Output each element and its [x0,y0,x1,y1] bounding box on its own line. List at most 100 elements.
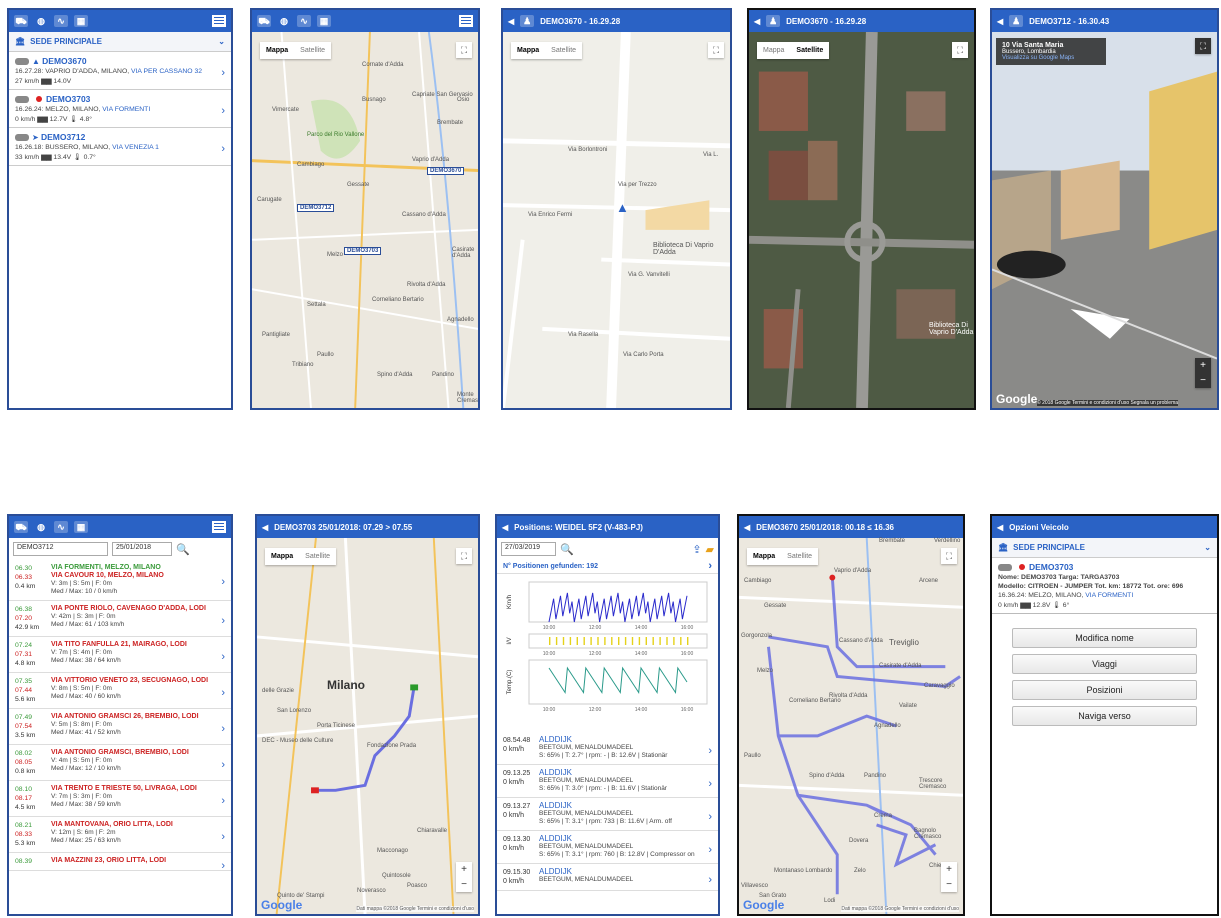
map-canvas[interactable]: Cornate d'Adda Vimercate Busnago Capriat… [252,32,478,408]
building-icon: 🏛 [15,37,26,46]
menu-icon[interactable] [459,15,473,27]
trip-info: VIA PONTE RIOLO, CAVENAGO D'ADDA, LODI V:… [51,605,206,628]
grid-icon[interactable]: ▦ [74,521,88,533]
status-bar [680,637,682,645]
search-icon[interactable]: 🔍 [560,543,574,556]
sede-header[interactable]: 🏛 SEDE PRINCIPALE ⌄ [9,32,231,52]
trip-times: 08.10 08.17 4.5 km [15,786,36,811]
filter-row: 27/03/2019 🔍 ⇪ ▰ [497,538,718,560]
trip-row[interactable]: 06.38 07.20 42.9 km VIA PONTE RIOLO, CAVENA… [9,601,231,637]
back-arrow-icon[interactable]: ◀ [744,523,750,532]
tab-map[interactable]: Mappa [747,548,781,565]
tab-satellite[interactable]: Satellite [294,42,331,59]
chart-icon[interactable]: ∿ [297,15,311,27]
tab-satellite[interactable]: Satellite [781,548,818,565]
globe-icon[interactable]: ◍ [34,521,48,533]
page-title: DEMO3712 - 16.30.43 [1029,16,1110,26]
share-icon[interactable]: ⇪ [692,543,701,556]
vehicle-item[interactable]: DEMO3703 16.26.24: MELZO, MILANO, VIA FO… [9,90,231,128]
tab-satellite[interactable]: Satellite [545,42,582,59]
navigate-button[interactable]: Naviga verso [1012,706,1197,726]
back-arrow-icon[interactable]: ◀ [754,17,760,26]
tab-map[interactable]: Mappa [260,42,294,59]
status-bar [590,637,592,645]
chevron-right-icon: › [708,560,712,572]
vehicle-marker[interactable]: DEMO3712 [297,204,335,212]
vehicle-item[interactable]: ➤ DEMO3712 16.26.18: BUSSERO, MILANO, VI… [9,128,231,166]
trip-row[interactable]: 07.24 07.31 4.8 km VIA TITO FANFULLA 21, MA… [9,637,231,673]
back-arrow-icon[interactable]: ◀ [997,17,1003,26]
date-field[interactable]: 25/01/2018 [112,542,172,556]
fullscreen-icon[interactable]: ⛶ [1195,38,1211,54]
tab-map[interactable]: Mappa [265,548,299,565]
position-time: 09.13.30 0 km/h [503,836,531,852]
rename-button[interactable]: Modifica nome [1012,628,1197,648]
trip-row[interactable]: 06.30 06.33 0.4 km VIA FORMENTI, MELZO, MIL… [9,560,231,601]
map-canvas[interactable]: Brembate Verdellino Vaprio d'Adda Arcene… [739,538,963,914]
vehicle-select[interactable]: DEMO3712 [13,542,108,556]
vehicle-arrow-icon[interactable]: ▲ [616,200,629,215]
trips-button[interactable]: Viaggi [1012,654,1197,674]
zoom-control[interactable]: + − [1195,358,1211,388]
tab-satellite[interactable]: Satellite [299,548,336,565]
grid-icon[interactable]: ▦ [74,15,88,27]
trip-row[interactable]: 08.02 08.05 0.8 km VIA ANTONIO GRAMSCI, BRE… [9,745,231,781]
map-canvas[interactable]: Via Borlontroni Via G. Vanvitelli Via Ra… [503,32,730,408]
map-canvas[interactable]: Milano Porta Ticinese Fondazione Prada C… [257,538,478,914]
position-row[interactable]: 09.13.27 0 km/h ALDDIJK BEETGUM, MENALDUMAD… [497,798,718,831]
trip-row[interactable]: 08.10 08.17 4.5 km VIA TRENTO E TRIESTE 50,… [9,781,231,817]
chart-icon[interactable]: ∿ [54,521,68,533]
chevron-right-icon: › [221,104,225,117]
vehicle-item[interactable]: ▲ DEMO3670 16.27.28: VAPRIO D'ADDA, MILA… [9,52,231,90]
trip-row[interactable]: 07.35 07.44 5.6 km VIA VITTORIO VENETO 23, … [9,673,231,709]
back-arrow-icon[interactable]: ◀ [997,523,1003,532]
zoom-control[interactable]: + − [941,862,957,892]
vehicle-marker[interactable]: DEMO3703 [344,247,382,255]
chevron-right-icon: › [221,615,225,627]
street-view-canvas[interactable]: 10 Via Santa Maria Bussero, Lombardia Vi… [992,32,1217,408]
panel-street-map: ◀ ♟ DEMO3670 - 16.29.28 Via Borlontroni … [501,8,732,410]
globe-icon[interactable]: ◍ [34,15,48,27]
truck-icon[interactable]: ⛟ [257,15,271,27]
fullscreen-icon[interactable]: ⛶ [456,42,472,58]
sede-header[interactable]: 🏛 SEDE PRINCIPALE ⌄ [992,538,1217,558]
truck-icon[interactable]: ⛟ [14,15,28,27]
status-bar [687,637,689,645]
vehicle-marker[interactable]: DEMO3670 [427,167,465,175]
top-toolbar: ◀ ♟ DEMO3670 - 16.29.28 [749,10,974,32]
tab-satellite[interactable]: Satellite [790,42,829,59]
position-row[interactable]: 09.13.30 0 km/h ALDDIJK BEETGUM, MENALDUMAD… [497,831,718,864]
globe-icon[interactable]: ◍ [277,15,291,27]
menu-icon[interactable] [212,15,226,27]
grid-icon[interactable]: ▦ [317,15,331,27]
menu-icon[interactable] [212,521,226,533]
truck-icon[interactable]: ⛟ [14,521,28,533]
trip-row[interactable]: 07.49 07.54 3.5 km VIA ANTONIO GRAMSCI 26, … [9,709,231,745]
back-arrow-icon[interactable]: ◀ [508,17,514,26]
search-icon[interactable]: 🔍 [176,543,190,556]
back-arrow-icon[interactable]: ◀ [262,523,268,532]
map-type-toggle: Mappa Satellite [265,548,337,565]
chart-icon[interactable]: ∿ [54,15,68,27]
trip-row[interactable]: 08.39 VIA MAZZINI 23, ORIO LITTA, LODI › [9,853,231,872]
satellite-canvas[interactable]: Biblioteca Di Vaprio D'Adda [749,32,974,408]
fullscreen-icon[interactable]: ⛶ [941,548,957,564]
status-bar [638,637,641,645]
back-arrow-icon[interactable]: ◀ [502,523,508,532]
position-row[interactable]: 09.15.30 0 km/h ALDDIJK BEETGUM, MENALDUMAD… [497,864,718,891]
trip-row[interactable]: 08.21 08.33 5.3 km VIA MANTOVANA, ORIO LITT… [9,817,231,853]
position-row[interactable]: 08.54.48 0 km/h ALDDIJK BEETGUM, MENALDUMAD… [497,732,718,765]
positions-count[interactable]: N° Positionen gefunden: 192 › [497,560,718,574]
tab-map[interactable]: Mappa [757,42,790,59]
date-field[interactable]: 27/03/2019 [501,542,556,556]
positions-button[interactable]: Posizioni [1012,680,1197,700]
top-toolbar: ◀ DEMO3670 25/01/2018: 00.18 ≤ 16.36 [739,516,963,538]
folder-icon[interactable]: ▰ [706,543,714,556]
chevron-right-icon: › [708,843,712,856]
zoom-control[interactable]: + − [456,862,472,892]
position-row[interactable]: 09.13.25 0 km/h ALDDIJK BEETGUM, MENALDUMAD… [497,765,718,798]
fullscreen-icon[interactable]: ⛶ [952,42,968,58]
fullscreen-icon[interactable]: ⛶ [708,42,724,58]
tab-map[interactable]: Mappa [511,42,545,59]
fullscreen-icon[interactable]: ⛶ [456,548,472,564]
